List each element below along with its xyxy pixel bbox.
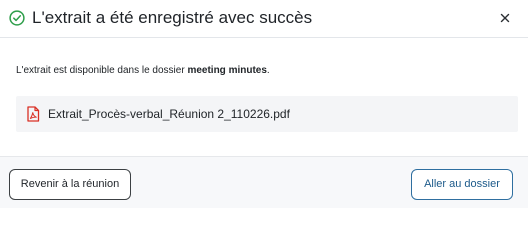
pdf-file-icon xyxy=(26,106,40,122)
dialog-header: L'extrait a été enregistré avec succès xyxy=(0,0,528,38)
close-icon[interactable] xyxy=(498,11,512,25)
success-message: L'extrait est disponible dans le dossier… xyxy=(16,64,270,78)
dialog-footer: Revenir à la réunion Aller au dossier xyxy=(0,156,528,208)
back-to-meeting-button[interactable]: Revenir à la réunion xyxy=(9,169,131,200)
message-suffix: . xyxy=(266,65,270,76)
dialog-title: L'extrait a été enregistré avec succès xyxy=(32,8,313,27)
check-circle-icon xyxy=(9,10,25,26)
go-to-folder-button[interactable]: Aller au dossier xyxy=(411,169,513,200)
folder-name: meeting minutes xyxy=(187,65,267,76)
saved-file-item[interactable]: Extrait_Procès-verbal_Réunion 2_110226.p… xyxy=(16,96,518,132)
file-name: Extrait_Procès-verbal_Réunion 2_110226.p… xyxy=(48,107,290,121)
success-dialog: L'extrait a été enregistré avec succès L… xyxy=(0,0,528,208)
message-text: L'extrait est disponible dans le dossier xyxy=(16,65,188,76)
